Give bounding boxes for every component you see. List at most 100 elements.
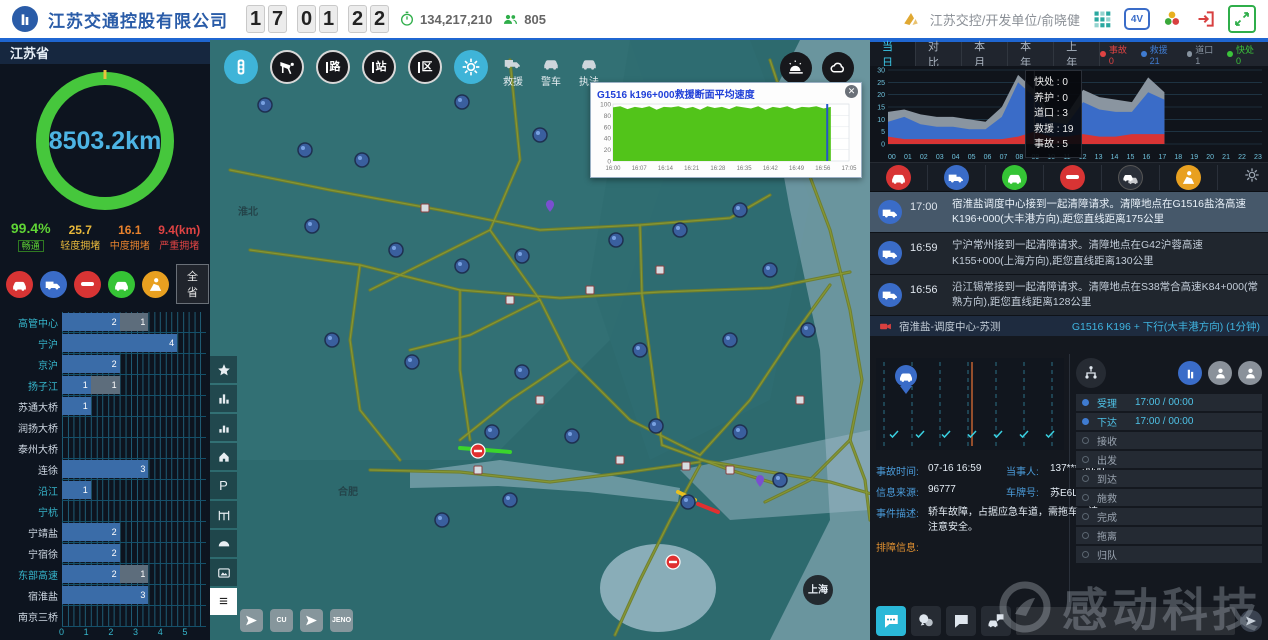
bar-track[interactable]: 21 [62,564,206,585]
map-area[interactable]: 淮北合肥上海 路 站 区 救援 警车 执法 [210,40,870,640]
bar-track[interactable]: 3 [62,459,206,480]
milepost-icon[interactable] [656,266,664,274]
jeno-icon[interactable]: JENO [330,609,353,632]
road-marker-icon[interactable] [801,323,815,337]
station-sign-layer-icon[interactable]: 站 [362,50,396,84]
rescue-vehicle-legend[interactable]: 救援 [500,54,526,88]
milepost-icon[interactable] [726,466,734,474]
milepost-icon[interactable] [586,286,594,294]
logout-icon[interactable] [1194,7,1218,31]
event-list-item[interactable]: 16:59宁沪常州接到一起清障请求。清障地点在G42沪蓉高速K155+000(上… [870,233,1268,274]
bar-track[interactable]: 3 [62,585,206,606]
weather-icon[interactable] [780,52,812,84]
milepost-icon[interactable] [796,396,804,404]
tab-2[interactable]: 本月 [962,42,1008,66]
cu-pin-icon[interactable]: CU [270,609,293,632]
bar-track[interactable]: 11 [62,375,206,396]
image-icon[interactable] [210,559,237,586]
construction-filter-icon[interactable] [142,271,169,298]
road-marker-icon[interactable] [609,233,623,247]
road-marker-icon[interactable] [515,249,529,263]
toll-gantry-icon[interactable] [210,501,237,528]
closure-marker-icon[interactable] [666,555,680,569]
road-marker-icon[interactable] [435,513,449,527]
process-step[interactable]: 完成 [1076,508,1262,525]
tab-1[interactable]: 对比 [916,42,962,66]
cctv-layer-icon[interactable] [270,50,304,84]
bar-track[interactable]: 1 [62,396,206,417]
road-marker-icon[interactable] [503,493,517,507]
road-marker-icon[interactable] [649,419,663,433]
tab-4[interactable]: 上年 [1054,42,1100,66]
tab-0[interactable]: 当日 [870,42,916,66]
process-step[interactable]: 归队 [1076,546,1262,563]
milepost-icon[interactable] [421,204,429,212]
home-icon[interactable] [210,443,237,470]
road-marker-icon[interactable] [455,95,469,109]
construction-type-icon[interactable] [1176,165,1201,190]
user-breadcrumb[interactable]: 江苏交控/开发单位/俞晓健 [930,10,1080,29]
bar-track[interactable]: 2 [62,543,206,564]
process-step[interactable]: 出发 [1076,451,1262,468]
road-marker-icon[interactable] [258,98,272,112]
person-badge-icon[interactable] [1208,361,1232,385]
process-step[interactable]: 下达17:00 / 00:00 [1076,413,1262,430]
milepost-icon[interactable] [474,466,482,474]
road-marker-icon[interactable] [485,425,499,439]
road-arrow-icon[interactable] [300,609,323,632]
favorites-icon[interactable] [210,356,237,383]
area-sign-layer-icon[interactable]: 区 [408,50,442,84]
bar-track[interactable] [62,501,206,522]
milepost-icon[interactable] [536,396,544,404]
color-dots-icon[interactable] [1160,7,1184,31]
event-list-item[interactable]: 16:56沿江锡常接到一起清障请求。清障地点在S38常合高速K84+000(常熟… [870,275,1268,316]
unit-badge-icon[interactable] [1178,361,1202,385]
city-label-huaibei[interactable]: 淮北 [238,205,258,218]
road-marker-icon[interactable] [305,219,319,233]
accident-filter-icon[interactable] [6,271,33,298]
milepost-icon[interactable] [682,462,690,470]
police-vehicle-legend[interactable]: 警车 [538,54,564,88]
milepost-icon[interactable] [616,456,624,464]
road-marker-icon[interactable] [533,128,547,142]
process-step[interactable]: 施救 [1076,489,1262,506]
parking-icon[interactable]: P [210,472,237,499]
road-marker-icon[interactable] [515,365,529,379]
milepost-icon[interactable] [506,296,514,304]
process-step[interactable]: 受理17:00 / 00:00 [1076,394,1262,411]
dome-icon[interactable] [210,530,237,557]
settings-layer-icon[interactable] [454,50,488,84]
accident-type-icon[interactable] [886,165,911,190]
road-marker-icon[interactable] [733,203,747,217]
rescue-filter-icon[interactable] [40,271,67,298]
road-marker-icon[interactable] [773,473,787,487]
4v-badge[interactable]: 4V [1124,8,1150,30]
menu-icon[interactable]: ≡ [210,588,237,615]
close-icon[interactable]: ✕ [845,85,858,98]
bar-track[interactable] [62,438,206,459]
all-province-button[interactable]: 全省 [176,264,209,304]
road-marker-icon[interactable] [673,223,687,237]
road-location-link[interactable]: G1516 K196 + 下行(大丰港方向) (1分钟) [1072,319,1260,334]
road-sign-layer-icon[interactable]: 路 [316,50,350,84]
send-icon[interactable] [1240,610,1262,632]
road-marker-icon[interactable] [455,259,469,273]
camera-icon[interactable] [878,320,893,333]
road-marker-icon[interactable] [763,263,777,277]
city-label-hefei[interactable]: 合肥 [337,485,358,498]
road-marker-icon[interactable] [298,143,312,157]
road-marker-icon[interactable] [405,355,419,369]
closure-type-icon[interactable] [1060,165,1085,190]
bar-track[interactable] [62,606,206,627]
chat-dots-icon[interactable] [876,606,906,636]
road-marker-icon[interactable] [633,343,647,357]
tab-3[interactable]: 本年 [1008,42,1054,66]
road-marker-icon[interactable] [681,495,695,509]
cloud-icon[interactable] [822,52,854,84]
process-step[interactable]: 接收 [1076,432,1262,449]
quick-clear-filter-icon[interactable] [108,271,135,298]
road-marker-icon[interactable] [325,333,339,347]
stats-chart2-icon[interactable] [210,414,237,441]
fullscreen-button[interactable] [1228,5,1256,33]
process-step[interactable]: 拖离 [1076,527,1262,544]
